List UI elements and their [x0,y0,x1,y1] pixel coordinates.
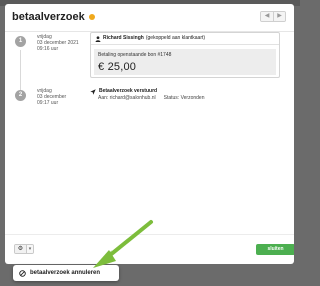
sent-event: Betaalverzoek verstuurd Aan: richard@sal… [90,88,280,102]
payment-amount: € 25,00 [98,61,137,73]
modal-title-text: betaalverzoek [12,11,85,23]
step-datetime: vrijdag 03 december 2021 09:16 uur [37,34,79,52]
close-button[interactable]: sluiten [256,244,294,255]
gear-icon[interactable]: ⚙ [15,245,26,253]
step-number: 1 [15,36,26,47]
customer-row[interactable]: Richard Sissingh (gekoppeld aan klantkaa… [91,33,279,45]
send-icon [90,88,96,95]
step-datetime: vrijdag 03 december 09:17 uur [37,88,66,106]
payment-request-modal: betaalverzoek ◀ ▶ 1 vrijdag 03 december … [5,4,294,264]
sent-event-meta: Aan: richard@salonhub.nl Status: Verzond… [98,95,280,102]
sent-status: Status: Verzonden [163,95,205,101]
user-icon [95,35,101,42]
payment-details: Betaling openstaande bon #1748 € 25,00 [94,49,276,75]
sent-event-title-text: Betaalverzoek verstuurd [99,88,158,94]
sent-to: Aan: richard@salonhub.nl [98,95,156,101]
actions-menu-button[interactable]: ⚙ ▾ [14,244,34,254]
step-time: 09:16 uur [37,46,59,52]
cancel-payment-request-menu-item[interactable]: betaalverzoek annuleren [13,265,119,281]
modal-header: betaalverzoek ◀ ▶ [5,4,294,32]
record-navigation: ◀ ▶ [260,11,286,22]
payment-card: Richard Sissingh (gekoppeld aan klantkaa… [90,32,280,78]
customer-name: Richard Sissingh [103,35,144,41]
cancel-payment-icon [19,269,26,277]
timeline-connector [20,50,21,90]
status-dot [88,14,95,20]
chevron-left-icon[interactable]: ◀ [261,12,273,21]
footer-divider [5,234,294,235]
step-number: 2 [15,90,26,101]
payment-subtitle: Betaling openstaande bon #1748 [98,52,172,58]
sent-event-title: Betaalverzoek verstuurd [90,88,280,95]
step-time: 09:17 uur [37,100,59,106]
modal-title: betaalverzoek [12,11,95,23]
cancel-payment-label: betaalverzoek annuleren [30,270,101,276]
customer-link-note: (gekoppeld aan klantkaart) [145,35,206,41]
chevron-down-icon[interactable]: ▾ [26,245,33,253]
chevron-right-icon[interactable]: ▶ [273,12,285,21]
